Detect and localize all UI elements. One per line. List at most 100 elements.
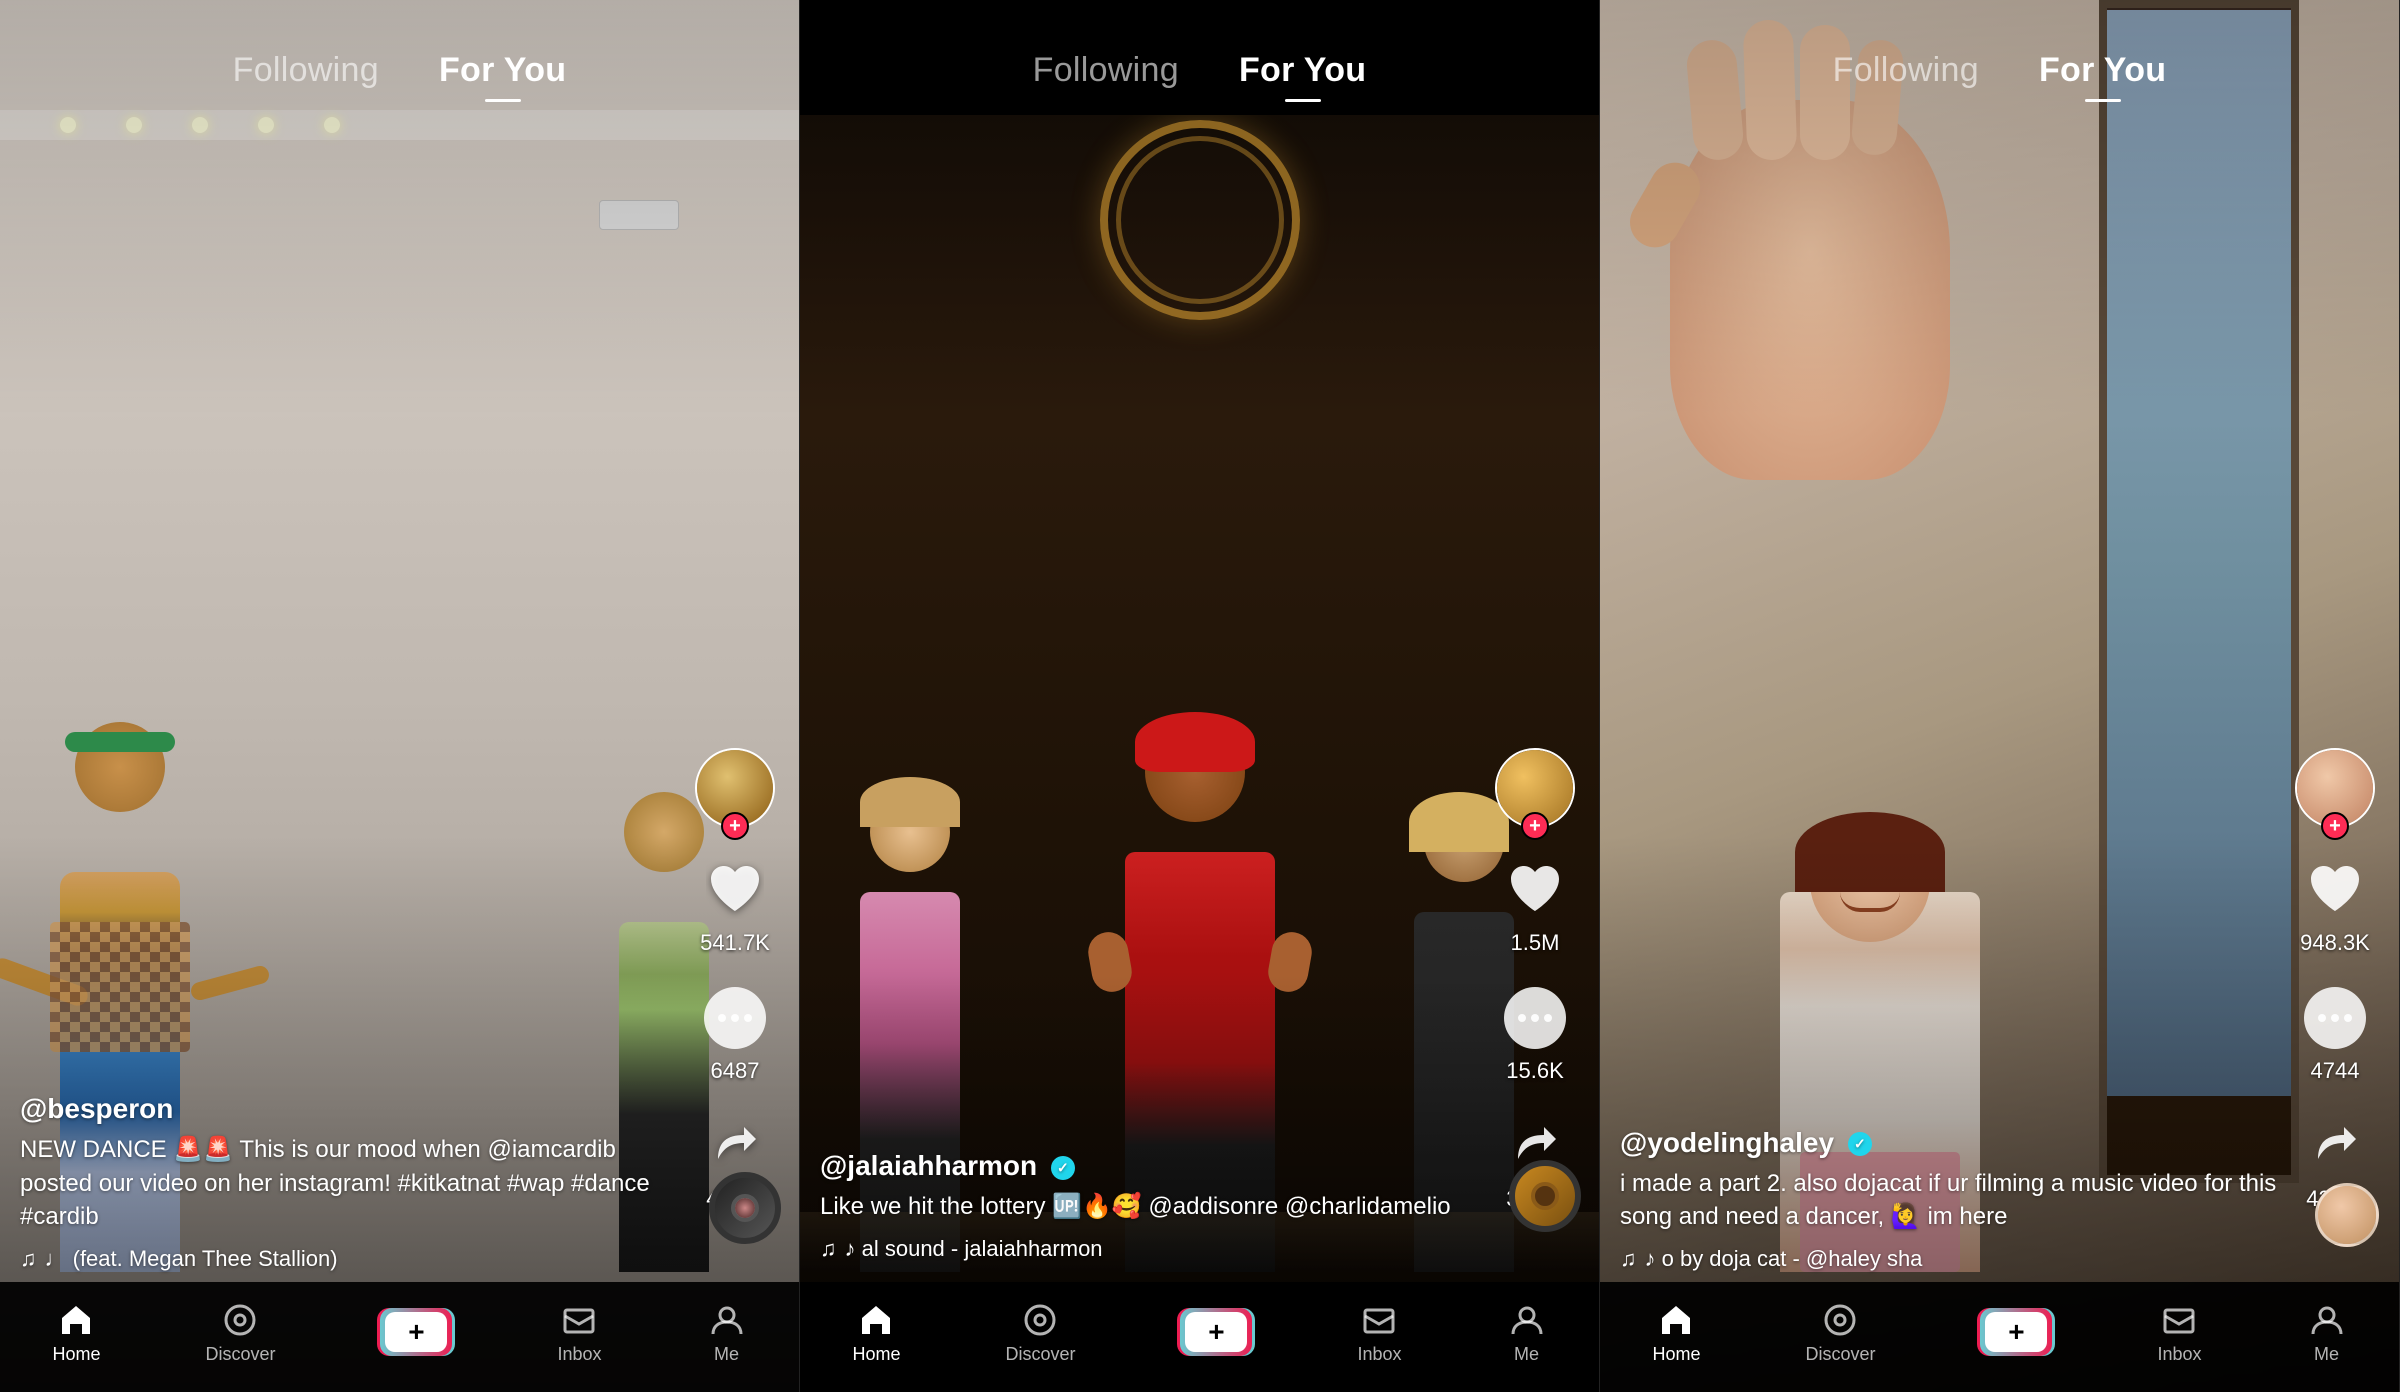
music-text-2: ♪ al sound - jalaiahharmon bbox=[845, 1236, 1103, 1262]
discover-icon-1 bbox=[220, 1300, 260, 1340]
comment-icon-2 bbox=[1501, 984, 1569, 1052]
bottom-nav-1: Home Discover + Inbox bbox=[0, 1282, 799, 1392]
music-note-icon-2: ♫ bbox=[820, 1236, 837, 1262]
avatar-1[interactable]: + bbox=[695, 748, 775, 828]
heart-icon-1 bbox=[701, 856, 769, 924]
share-icon-3 bbox=[2301, 1112, 2369, 1180]
create-button-3[interactable]: + bbox=[1980, 1308, 2052, 1356]
me-icon-3 bbox=[2307, 1300, 2347, 1340]
following-tab-2[interactable]: Following bbox=[1033, 43, 1179, 98]
comment-count-2: 15.6K bbox=[1506, 1058, 1564, 1084]
right-actions-2: + 1.5M 15.6K bbox=[1495, 748, 1575, 1212]
bottom-nav-3: Home Discover + Inbox bbox=[1600, 1282, 2399, 1392]
like-action-3[interactable]: 948.3K bbox=[2300, 856, 2370, 956]
music-disc-2 bbox=[1509, 1160, 1581, 1232]
username-2[interactable]: @jalaiahharmon bbox=[820, 1150, 1489, 1182]
like-action-1[interactable]: 541.7K bbox=[700, 856, 770, 956]
discover-label-2: Discover bbox=[1005, 1344, 1075, 1365]
music-note-icon-1: ♫ bbox=[20, 1246, 37, 1272]
nav-inbox-1[interactable]: Inbox bbox=[557, 1300, 601, 1365]
create-button-2[interactable]: + bbox=[1180, 1308, 1252, 1356]
nav-discover-1[interactable]: Discover bbox=[205, 1300, 275, 1365]
handle-text-3: @yodelinghaley bbox=[1620, 1127, 1834, 1158]
inbox-icon-3 bbox=[2159, 1300, 2199, 1340]
for-you-tab-3[interactable]: For You bbox=[2039, 43, 2166, 98]
me-label-2: Me bbox=[1514, 1344, 1539, 1365]
inbox-icon-1 bbox=[559, 1300, 599, 1340]
nav-inbox-2[interactable]: Inbox bbox=[1357, 1300, 1401, 1365]
nav-me-1[interactable]: Me bbox=[707, 1300, 747, 1365]
bottom-info-2: @jalaiahharmon Like we hit the lottery 🆙… bbox=[820, 1150, 1489, 1262]
for-you-tab-2[interactable]: For You bbox=[1239, 43, 1366, 98]
nav-home-2[interactable]: Home bbox=[852, 1300, 900, 1365]
home-label-1: Home bbox=[52, 1344, 100, 1365]
inbox-label-2: Inbox bbox=[1357, 1344, 1401, 1365]
me-icon-1 bbox=[707, 1300, 747, 1340]
top-nav-1: Following For You bbox=[0, 0, 799, 110]
music-info-3: ♫ ♪ o by doja cat - @haley sha bbox=[1620, 1246, 2289, 1272]
avatar-plus-1[interactable]: + bbox=[721, 812, 749, 840]
nav-plus-3[interactable]: + bbox=[1980, 1308, 2052, 1356]
inbox-label-1: Inbox bbox=[557, 1344, 601, 1365]
nav-home-3[interactable]: Home bbox=[1652, 1300, 1700, 1365]
username-3[interactable]: @yodelinghaley bbox=[1620, 1127, 2289, 1159]
right-actions-1: + 541.7K 6487 bbox=[695, 748, 775, 1212]
top-nav-2: Following For You bbox=[800, 0, 1599, 110]
avatar-2[interactable]: + bbox=[1495, 748, 1575, 828]
phone-panel-2: Following For You + 1.5M bbox=[800, 0, 1600, 1392]
avatar-plus-2[interactable]: + bbox=[1521, 812, 1549, 840]
nav-discover-3[interactable]: Discover bbox=[1805, 1300, 1875, 1365]
handle-text-2: @jalaiahharmon bbox=[820, 1150, 1037, 1181]
music-disc-1 bbox=[709, 1172, 781, 1244]
nav-discover-2[interactable]: Discover bbox=[1005, 1300, 1075, 1365]
home-icon-2 bbox=[856, 1300, 896, 1340]
verified-badge-2 bbox=[1051, 1156, 1075, 1180]
following-tab-1[interactable]: Following bbox=[233, 43, 379, 98]
home-label-3: Home bbox=[1652, 1344, 1700, 1365]
bottom-info-3: @yodelinghaley i made a part 2. also doj… bbox=[1620, 1127, 2289, 1272]
home-icon-3 bbox=[1656, 1300, 1696, 1340]
nav-plus-2[interactable]: + bbox=[1180, 1308, 1252, 1356]
like-count-1: 541.7K bbox=[700, 930, 770, 956]
comment-icon-1 bbox=[701, 984, 769, 1052]
like-count-2: 1.5M bbox=[1511, 930, 1560, 956]
nav-inbox-3[interactable]: Inbox bbox=[2157, 1300, 2201, 1365]
verified-badge-3 bbox=[1848, 1132, 1872, 1156]
heart-icon-3 bbox=[2301, 856, 2369, 924]
heart-icon-2 bbox=[1501, 856, 1569, 924]
comment-action-1[interactable]: 6487 bbox=[701, 984, 769, 1084]
comment-count-1: 6487 bbox=[711, 1058, 760, 1084]
nav-me-3[interactable]: Me bbox=[2307, 1300, 2347, 1365]
nav-home-1[interactable]: Home bbox=[52, 1300, 100, 1365]
share-icon-1 bbox=[701, 1112, 769, 1180]
comment-action-2[interactable]: 15.6K bbox=[1501, 984, 1569, 1084]
create-button-1[interactable]: + bbox=[380, 1308, 452, 1356]
avatar-3[interactable]: + bbox=[2295, 748, 2375, 828]
top-nav-3: Following For You bbox=[1600, 0, 2399, 110]
bottom-nav-2: Home Discover + Inbox bbox=[800, 1282, 1599, 1392]
for-you-tab-1[interactable]: For You bbox=[439, 43, 566, 98]
comment-action-3[interactable]: 4744 bbox=[2301, 984, 2369, 1084]
nav-me-2[interactable]: Me bbox=[1507, 1300, 1547, 1365]
discover-label-1: Discover bbox=[205, 1344, 275, 1365]
music-text-3: ♪ o by doja cat - @haley sha bbox=[1645, 1246, 1923, 1272]
music-text-1: ♩ (feat. Megan Thee Stallion) bbox=[45, 1246, 338, 1272]
phone-panel-1: Following For You + 541.7K bbox=[0, 0, 800, 1392]
username-1[interactable]: @besperon bbox=[20, 1093, 689, 1125]
right-actions-3: + 948.3K 4744 bbox=[2295, 748, 2375, 1212]
me-label-1: Me bbox=[714, 1344, 739, 1365]
following-tab-3[interactable]: Following bbox=[1833, 43, 1979, 98]
small-avatar-3 bbox=[2315, 1183, 2379, 1247]
avatar-plus-3[interactable]: + bbox=[2321, 812, 2349, 840]
description-3: i made a part 2. also dojacat if ur film… bbox=[1620, 1167, 2289, 1234]
music-info-2: ♫ ♪ al sound - jalaiahharmon bbox=[820, 1236, 1489, 1262]
description-2: Like we hit the lottery 🆙🔥🥰 @addisonre @… bbox=[820, 1190, 1489, 1224]
like-action-2[interactable]: 1.5M bbox=[1501, 856, 1569, 956]
home-label-2: Home bbox=[852, 1344, 900, 1365]
bottom-info-1: @besperon NEW DANCE 🚨🚨 This is our mood … bbox=[20, 1093, 689, 1272]
phone-panel-3: Following For You + 948.3K bbox=[1600, 0, 2400, 1392]
music-note-icon-3: ♫ bbox=[1620, 1246, 1637, 1272]
me-label-3: Me bbox=[2314, 1344, 2339, 1365]
nav-plus-1[interactable]: + bbox=[380, 1308, 452, 1356]
inbox-icon-2 bbox=[1359, 1300, 1399, 1340]
